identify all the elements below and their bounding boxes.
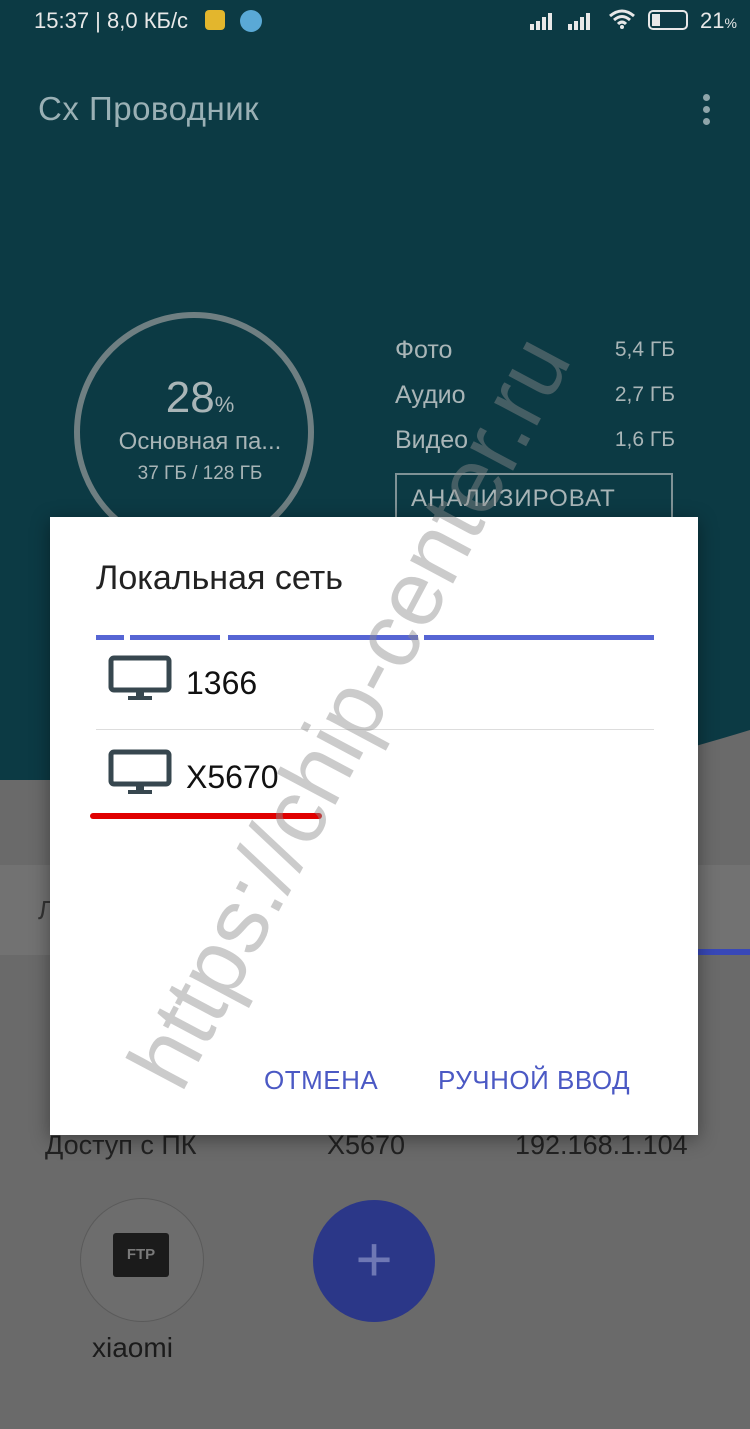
signal-icon	[530, 13, 552, 30]
list-divider	[96, 729, 654, 730]
dialog-title: Локальная сеть	[96, 559, 343, 597]
storage-ring[interactable]: 28% Основная па... 37 ГБ / 128 ГБ	[74, 312, 314, 552]
stat-video[interactable]: Видео 1,6 ГБ	[395, 426, 675, 455]
app-root: 15:37 | 8,0 КБ/с 21% Cx Проводник 28% Ос…	[0, 0, 750, 1429]
more-menu-icon[interactable]	[700, 92, 712, 128]
device-name: 1366	[186, 665, 258, 701]
tab-indicator	[690, 949, 750, 955]
analyze-button[interactable]: АНАЛИЗИРОВАТ	[395, 473, 673, 523]
stat-audio[interactable]: Аудио 2,7 ГБ	[395, 381, 675, 410]
app-title: Cx Проводник	[38, 90, 260, 127]
ftp-icon: FTP	[113, 1233, 169, 1277]
cancel-button[interactable]: ОТМЕНА	[264, 1065, 378, 1096]
device-item-1366[interactable]: 1366	[96, 637, 654, 729]
monitor-icon	[108, 655, 172, 700]
wifi-icon	[609, 9, 635, 29]
storage-percent: 28%	[165, 373, 235, 422]
add-button[interactable]: +	[313, 1200, 435, 1322]
local-network-dialog: Локальная сеть 1366 X5670 ОТМЕНА РУЧНОЙ …	[50, 517, 698, 1135]
storage-label: Основная па...	[118, 428, 282, 455]
status-time: 15:37 | 8,0 КБ/с	[34, 8, 189, 33]
battery-icon	[648, 10, 688, 30]
manual-entry-button[interactable]: РУЧНОЙ ВВОД	[438, 1065, 630, 1096]
storage-usage: 37 ГБ / 128 ГБ	[137, 463, 263, 484]
ftp-name: xiaomi	[92, 1332, 173, 1363]
battery-percent: 21%	[700, 8, 737, 33]
highlight-underline	[90, 813, 322, 819]
monitor-icon	[108, 749, 172, 794]
device-name: X5670	[186, 759, 279, 795]
shield-icon	[205, 10, 225, 30]
signal-icon	[568, 13, 590, 30]
status-bar: 15:37 | 8,0 КБ/с 21%	[0, 0, 750, 42]
stat-photo[interactable]: Фото 5,4 ГБ	[395, 336, 675, 365]
telegram-icon	[240, 10, 262, 32]
device-item-x5670[interactable]: X5670	[96, 731, 654, 823]
